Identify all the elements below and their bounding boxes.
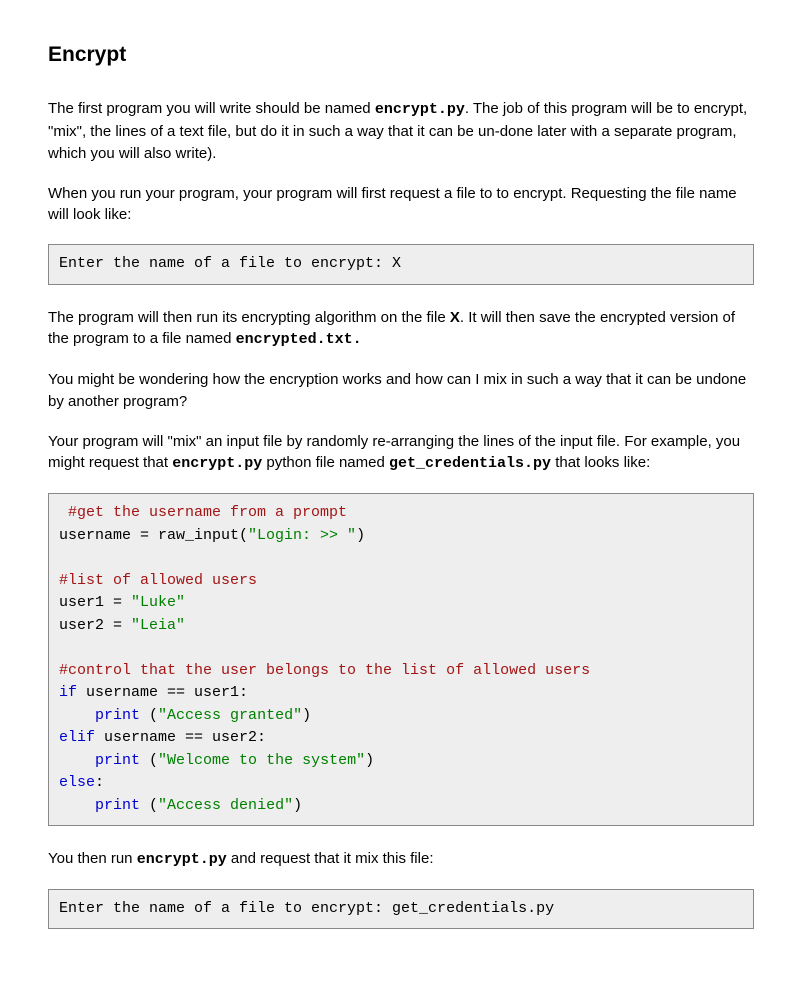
paragraph-1: The first program you will write should … [48, 98, 754, 164]
code-keyword: if [59, 684, 77, 701]
code-text: user1 = [59, 594, 131, 611]
code-comment: #get the username from a prompt [59, 504, 347, 521]
code-text: ( [140, 707, 158, 724]
code-indent [59, 752, 95, 769]
code-string: "Leia" [131, 617, 185, 634]
code-text: ) [356, 527, 365, 544]
code-text: : [95, 774, 104, 791]
inline-code: encrypt.py [375, 101, 465, 118]
text: and request that it mix this file: [227, 850, 434, 867]
paragraph-4: You might be wondering how the encryptio… [48, 369, 754, 413]
code-keyword: print [95, 797, 140, 814]
code-string: "Access denied" [158, 797, 293, 814]
bold-text: X [450, 309, 460, 326]
code-text: ( [140, 797, 158, 814]
code-string: "Access granted" [158, 707, 302, 724]
text: that looks like: [551, 454, 650, 471]
code-text: ) [293, 797, 302, 814]
paragraph-2: When you run your program, your program … [48, 183, 754, 227]
code-text: username = raw_input( [59, 527, 248, 544]
section-heading: Encrypt [48, 40, 754, 70]
code-text: ) [365, 752, 374, 769]
code-text: ( [140, 752, 158, 769]
code-text: ) [302, 707, 311, 724]
code-comment: #list of allowed users [59, 572, 257, 589]
text: The first program you will write should … [48, 100, 375, 117]
code-keyword: print [95, 752, 140, 769]
code-keyword: else [59, 774, 95, 791]
code-block-prompt-2: Enter the name of a file to encrypt: get… [48, 889, 754, 930]
code-comment: #control that the user belongs to the li… [59, 662, 590, 679]
code-text: username == user1: [77, 684, 248, 701]
code-indent [59, 707, 95, 724]
code-indent [59, 797, 95, 814]
code-string: "Luke" [131, 594, 185, 611]
code-keyword: print [95, 707, 140, 724]
code-keyword: elif [59, 729, 95, 746]
inline-code: encrypt.py [172, 455, 262, 472]
paragraph-5: Your program will "mix" an input file by… [48, 431, 754, 476]
code-block-prompt-1: Enter the name of a file to encrypt: X [48, 244, 754, 285]
inline-code: encrypted.txt. [236, 331, 362, 348]
text: The program will then run its encrypting… [48, 309, 450, 326]
code-string: "Welcome to the system" [158, 752, 365, 769]
inline-code: get_credentials.py [389, 455, 551, 472]
text: python file named [262, 454, 389, 471]
code-text: username == user2: [95, 729, 266, 746]
code-text: user2 = [59, 617, 131, 634]
inline-code: encrypt.py [137, 851, 227, 868]
code-block-python-example: #get the username from a prompt username… [48, 493, 754, 826]
paragraph-6: You then run encrypt.py and request that… [48, 848, 754, 871]
text: You then run [48, 850, 137, 867]
code-string: "Login: >> " [248, 527, 356, 544]
paragraph-3: The program will then run its encrypting… [48, 307, 754, 352]
